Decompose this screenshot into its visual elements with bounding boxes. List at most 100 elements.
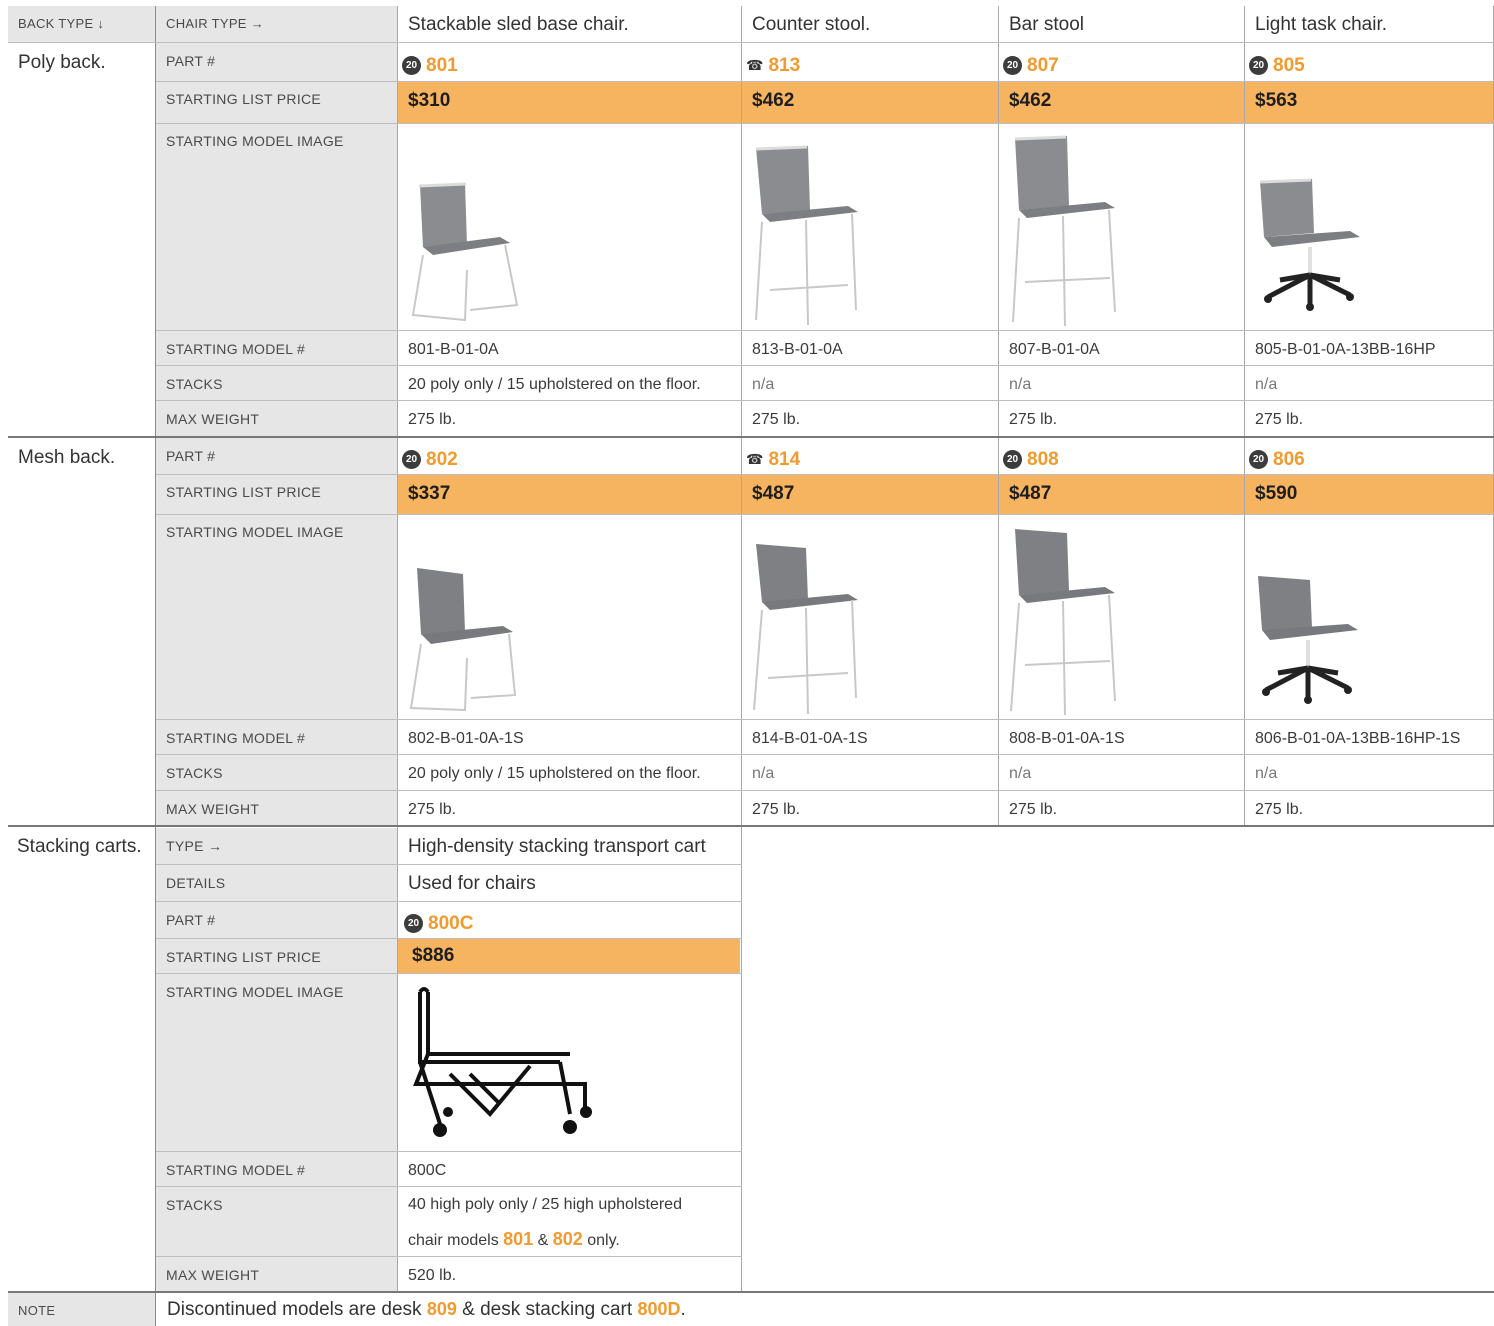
section-divider — [8, 1291, 1494, 1293]
part-number: 802 — [426, 448, 458, 470]
poly-weight-813: 275 lb. — [752, 411, 801, 428]
poly-part-801: 20 801 — [398, 43, 740, 81]
part-number: 814 — [768, 448, 801, 470]
grid-line — [156, 938, 742, 939]
cart-stacks: 40 high poly only / 25 high upholstered … — [398, 1187, 740, 1257]
mesh-sled-chair-image — [409, 568, 517, 712]
grid-line — [156, 901, 742, 902]
poly-model-813: 813-B-01-0A — [752, 341, 843, 358]
poly-model-807: 807-B-01-0A — [1009, 341, 1100, 358]
mesh-price-802: $337 — [408, 483, 451, 504]
column-header-task: Light task chair. — [1255, 14, 1388, 35]
poly-model-805: 805-B-01-0A-13BB-16HP — [1255, 341, 1436, 358]
mesh-model-814: 814-B-01-0A-1S — [752, 730, 868, 747]
badge-20-icon: 20 — [1249, 450, 1268, 469]
mesh-part-808: 20 808 — [999, 438, 1244, 474]
row-label-part: PART # — [166, 53, 216, 69]
poly-part-807: 20 807 — [999, 43, 1244, 81]
poly-stacks-807: n/a — [1009, 376, 1032, 393]
cart-model: 800C — [408, 1162, 447, 1179]
row-label-part: PART # — [166, 912, 216, 928]
part-number: 801 — [426, 54, 458, 76]
poly-price-805: $563 — [1255, 90, 1298, 111]
stacks-text: only. — [582, 1232, 620, 1249]
mesh-stacks-808: n/a — [1009, 765, 1032, 782]
poly-weight-807: 275 lb. — [1009, 411, 1058, 428]
part-number: 800C — [428, 912, 474, 934]
mesh-model-802: 802-B-01-0A-1S — [408, 730, 524, 747]
part-number: 805 — [1273, 54, 1305, 76]
grid-line — [156, 330, 1494, 331]
phone-icon: ☎ — [746, 57, 764, 73]
row-label-price: STARTING LIST PRICE — [166, 949, 322, 965]
cart-stacks-line2: chair models 801 & 802 only. — [408, 1222, 740, 1258]
part-number: 813 — [768, 54, 801, 76]
grid-line — [156, 790, 1494, 791]
poly-part-813: ☎ 813 — [742, 43, 998, 81]
grid-line — [156, 365, 1494, 366]
row-label-weight: MAX WEIGHT — [166, 1267, 260, 1283]
mesh-bar-stool-image — [1010, 529, 1116, 716]
row-label-price: STARTING LIST PRICE — [166, 91, 322, 107]
phone-icon: ☎ — [746, 451, 764, 467]
row-label-model: STARTING MODEL # — [166, 341, 306, 357]
grid-line — [156, 514, 1494, 515]
grid-line — [156, 400, 1494, 401]
note-text-part: . — [680, 1299, 686, 1320]
mesh-model-806: 806-B-01-0A-13BB-16HP-1S — [1255, 730, 1461, 747]
note-text-part: Discontinued models are desk — [167, 1299, 427, 1320]
part-number: 808 — [1027, 448, 1059, 470]
stacks-part-801: 801 — [503, 1229, 534, 1249]
mesh-price-814: $487 — [752, 483, 795, 504]
bar-stool-image — [1012, 135, 1116, 327]
stacks-text: & — [533, 1232, 553, 1249]
poly-stacks-801: 20 poly only / 15 upholstered on the flo… — [408, 376, 701, 393]
grid-line — [156, 123, 1494, 124]
section-label-poly: Poly back. — [18, 52, 106, 73]
section-label-mesh: Mesh back. — [18, 447, 116, 468]
note-part-809: 809 — [426, 1299, 457, 1319]
poly-model-801: 801-B-01-0A — [408, 341, 499, 358]
mesh-model-808: 808-B-01-0A-1S — [1009, 730, 1125, 747]
column-header-sled: Stackable sled base chair. — [408, 14, 629, 35]
mesh-part-814: ☎ 814 — [742, 438, 998, 474]
row-label-part: PART # — [166, 448, 216, 464]
badge-20-icon: 20 — [404, 914, 423, 933]
grid-line — [156, 973, 742, 974]
cart-type: High-density stacking transport cart — [408, 836, 706, 857]
grid-line — [155, 6, 156, 1326]
grid-line — [156, 719, 1494, 720]
poly-stacks-805: n/a — [1255, 376, 1278, 393]
grid-line — [156, 81, 1494, 82]
row-label-details: DETAILS — [166, 875, 226, 891]
poly-price-801: $310 — [408, 90, 451, 111]
row-label-weight: MAX WEIGHT — [166, 411, 260, 427]
mesh-weight-808: 275 lb. — [1009, 801, 1058, 818]
note-label: NOTE — [8, 1293, 155, 1326]
cart-weight: 520 lb. — [408, 1267, 457, 1284]
grid-line — [998, 6, 999, 826]
counter-stool-image — [755, 145, 858, 326]
part-number: 806 — [1273, 448, 1305, 470]
note-part-800d: 800D — [637, 1299, 681, 1319]
cart-price: $886 — [398, 939, 740, 973]
badge-20-icon: 20 — [402, 450, 421, 469]
task-chair-image — [1259, 178, 1360, 311]
section-divider — [8, 436, 1494, 438]
section-divider — [8, 825, 1494, 827]
mesh-counter-stool-image — [753, 544, 858, 715]
poly-price-807: $462 — [1009, 90, 1052, 111]
row-label-image: STARTING MODEL IMAGE — [166, 133, 344, 149]
stacks-text: chair models — [408, 1232, 504, 1249]
mesh-task-chair-image — [1258, 576, 1358, 704]
mesh-part-806: 20 806 — [1245, 438, 1493, 474]
badge-20-icon: 20 — [1249, 56, 1268, 75]
column-header-counter: Counter stool. — [752, 14, 871, 35]
grid-line — [156, 1186, 742, 1187]
mesh-weight-806: 275 lb. — [1255, 801, 1304, 818]
cart-part-800c: 20 800C — [398, 902, 740, 938]
note-text-part: & desk stacking cart — [456, 1299, 638, 1320]
stacks-part-802: 802 — [552, 1229, 583, 1249]
cart-details: Used for chairs — [408, 873, 536, 894]
back-type-header: BACK TYPE ↓ — [8, 6, 155, 42]
